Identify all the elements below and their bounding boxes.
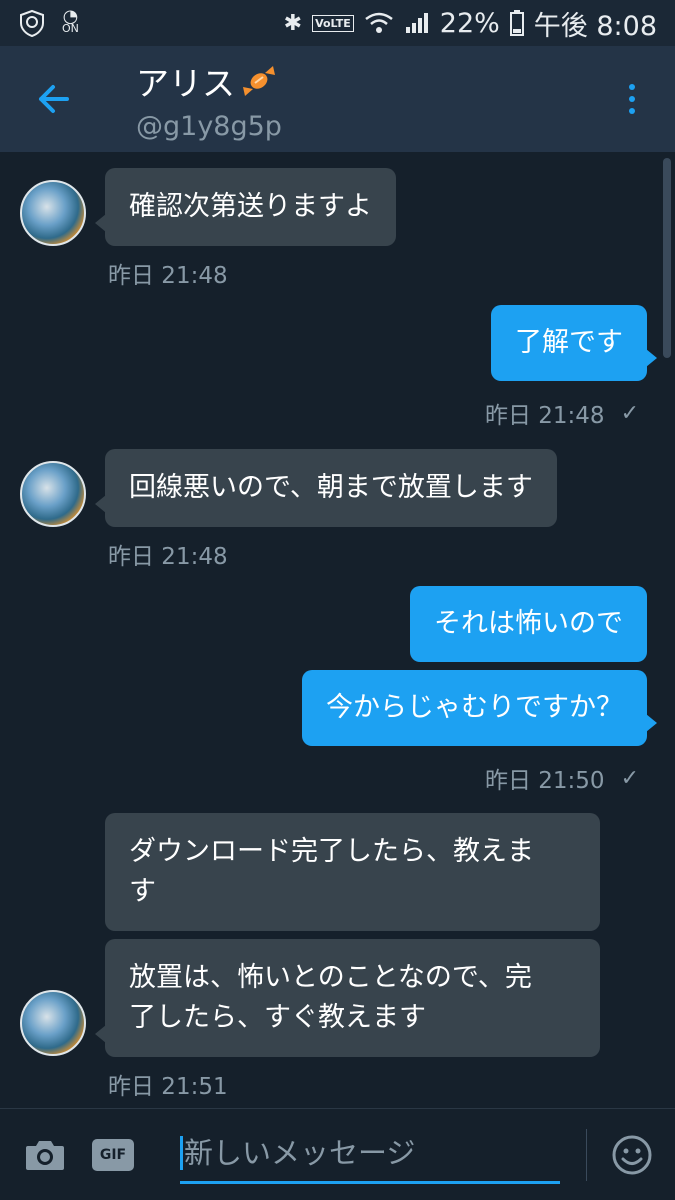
emoji-button[interactable]: [609, 1132, 655, 1178]
message-text: 今からじゃむりですか？: [326, 692, 623, 723]
back-arrow-icon: [39, 85, 69, 113]
message-bubble-received[interactable]: 放置は、怖いとのことなので、完 了したら、すぐ教えます: [95, 939, 600, 1057]
message-text: 確認次第送りますよ: [129, 191, 372, 222]
avatar[interactable]: [20, 180, 86, 246]
message-text-line: 了したら、すぐ教えます: [129, 1002, 426, 1033]
message-text-line: す: [129, 876, 156, 907]
battery-percent: 22%: [439, 7, 500, 39]
message-bubble-received[interactable]: 確認次第送りますよ: [95, 168, 396, 246]
bluetooth-icon: ✱: [283, 10, 303, 36]
message-input-wrapper: [180, 1126, 560, 1184]
message-timestamp: 昨日 21:50 ✓: [485, 761, 639, 795]
status-bar: ◔ ON ✱ VoLTE 22% 午後 8:08: [0, 0, 675, 46]
message-bubble-received[interactable]: ダウンロード完了したら、教えま す: [105, 813, 600, 931]
battery-icon: [509, 10, 524, 36]
overflow-menu-button[interactable]: [617, 69, 647, 129]
message-text: 回線悪いので、朝まで放置します: [129, 472, 533, 503]
wifi-icon: [365, 12, 393, 33]
timestamp-text: 昨日 21:48: [484, 403, 605, 429]
message-text: それは怖いので: [434, 608, 623, 639]
avatar[interactable]: [20, 990, 86, 1056]
message-input[interactable]: [180, 1136, 560, 1170]
message-timestamp: 昨日 21:48: [108, 256, 228, 290]
timestamp-text: 昨日 21:51: [108, 1074, 228, 1100]
message-bubble-sent[interactable]: 今からじゃむりですか？: [302, 670, 657, 746]
timestamp-text: 昨日 21:48: [108, 544, 228, 570]
conversation-header: アリス @g1y8g5p: [0, 46, 675, 152]
camera-button[interactable]: [20, 1130, 70, 1180]
camera-icon: [26, 1140, 64, 1170]
message-bubble-sent[interactable]: それは怖いので: [410, 586, 647, 662]
wifi-calling-label: ON: [62, 22, 79, 35]
avatar[interactable]: [20, 461, 86, 527]
divider: [586, 1128, 587, 1181]
timestamp-text: 昨日 21:48: [108, 263, 228, 289]
message-composer: GIF: [0, 1108, 675, 1200]
overflow-menu-icon: [629, 84, 635, 90]
message-bubble-received[interactable]: 回線悪いので、朝まで放置します: [95, 449, 557, 527]
contact-handle: @g1y8g5p: [136, 110, 282, 142]
shield-app-icon: [20, 9, 44, 37]
wifi-calling-indicator: ◔ ON: [62, 8, 79, 35]
contact-name: アリス: [136, 63, 235, 103]
emoji-icon: [612, 1135, 652, 1174]
message-text: 了解です: [515, 327, 623, 358]
message-list: 確認次第送りますよ 昨日 21:48 了解です 昨日 21:48 ✓ 回線悪いの…: [0, 152, 675, 1108]
message-timestamp: 昨日 21:48 ✓: [485, 396, 639, 430]
candy-icon: [243, 65, 275, 96]
timestamp-text: 昨日 21:50: [484, 768, 605, 794]
read-check-icon: ✓: [620, 400, 639, 426]
message-timestamp: 昨日 21:51: [108, 1067, 228, 1101]
text-caret: [180, 1135, 183, 1170]
conversation-title[interactable]: アリス @g1y8g5p: [136, 57, 282, 142]
back-button[interactable]: [22, 68, 84, 130]
message-text-line: ダウンロード完了したら、教えま: [129, 836, 534, 867]
message-timestamp: 昨日 21:48: [108, 537, 228, 571]
read-check-icon: ✓: [620, 765, 639, 791]
clock: 午後 8:08: [533, 10, 657, 42]
gif-button[interactable]: GIF: [92, 1138, 134, 1171]
signal-icon: [405, 13, 428, 33]
message-text-line: 放置は、怖いとのことなので、完: [129, 962, 532, 993]
message-bubble-sent[interactable]: 了解です: [491, 305, 657, 381]
volte-badge: VoLTE: [312, 14, 354, 32]
